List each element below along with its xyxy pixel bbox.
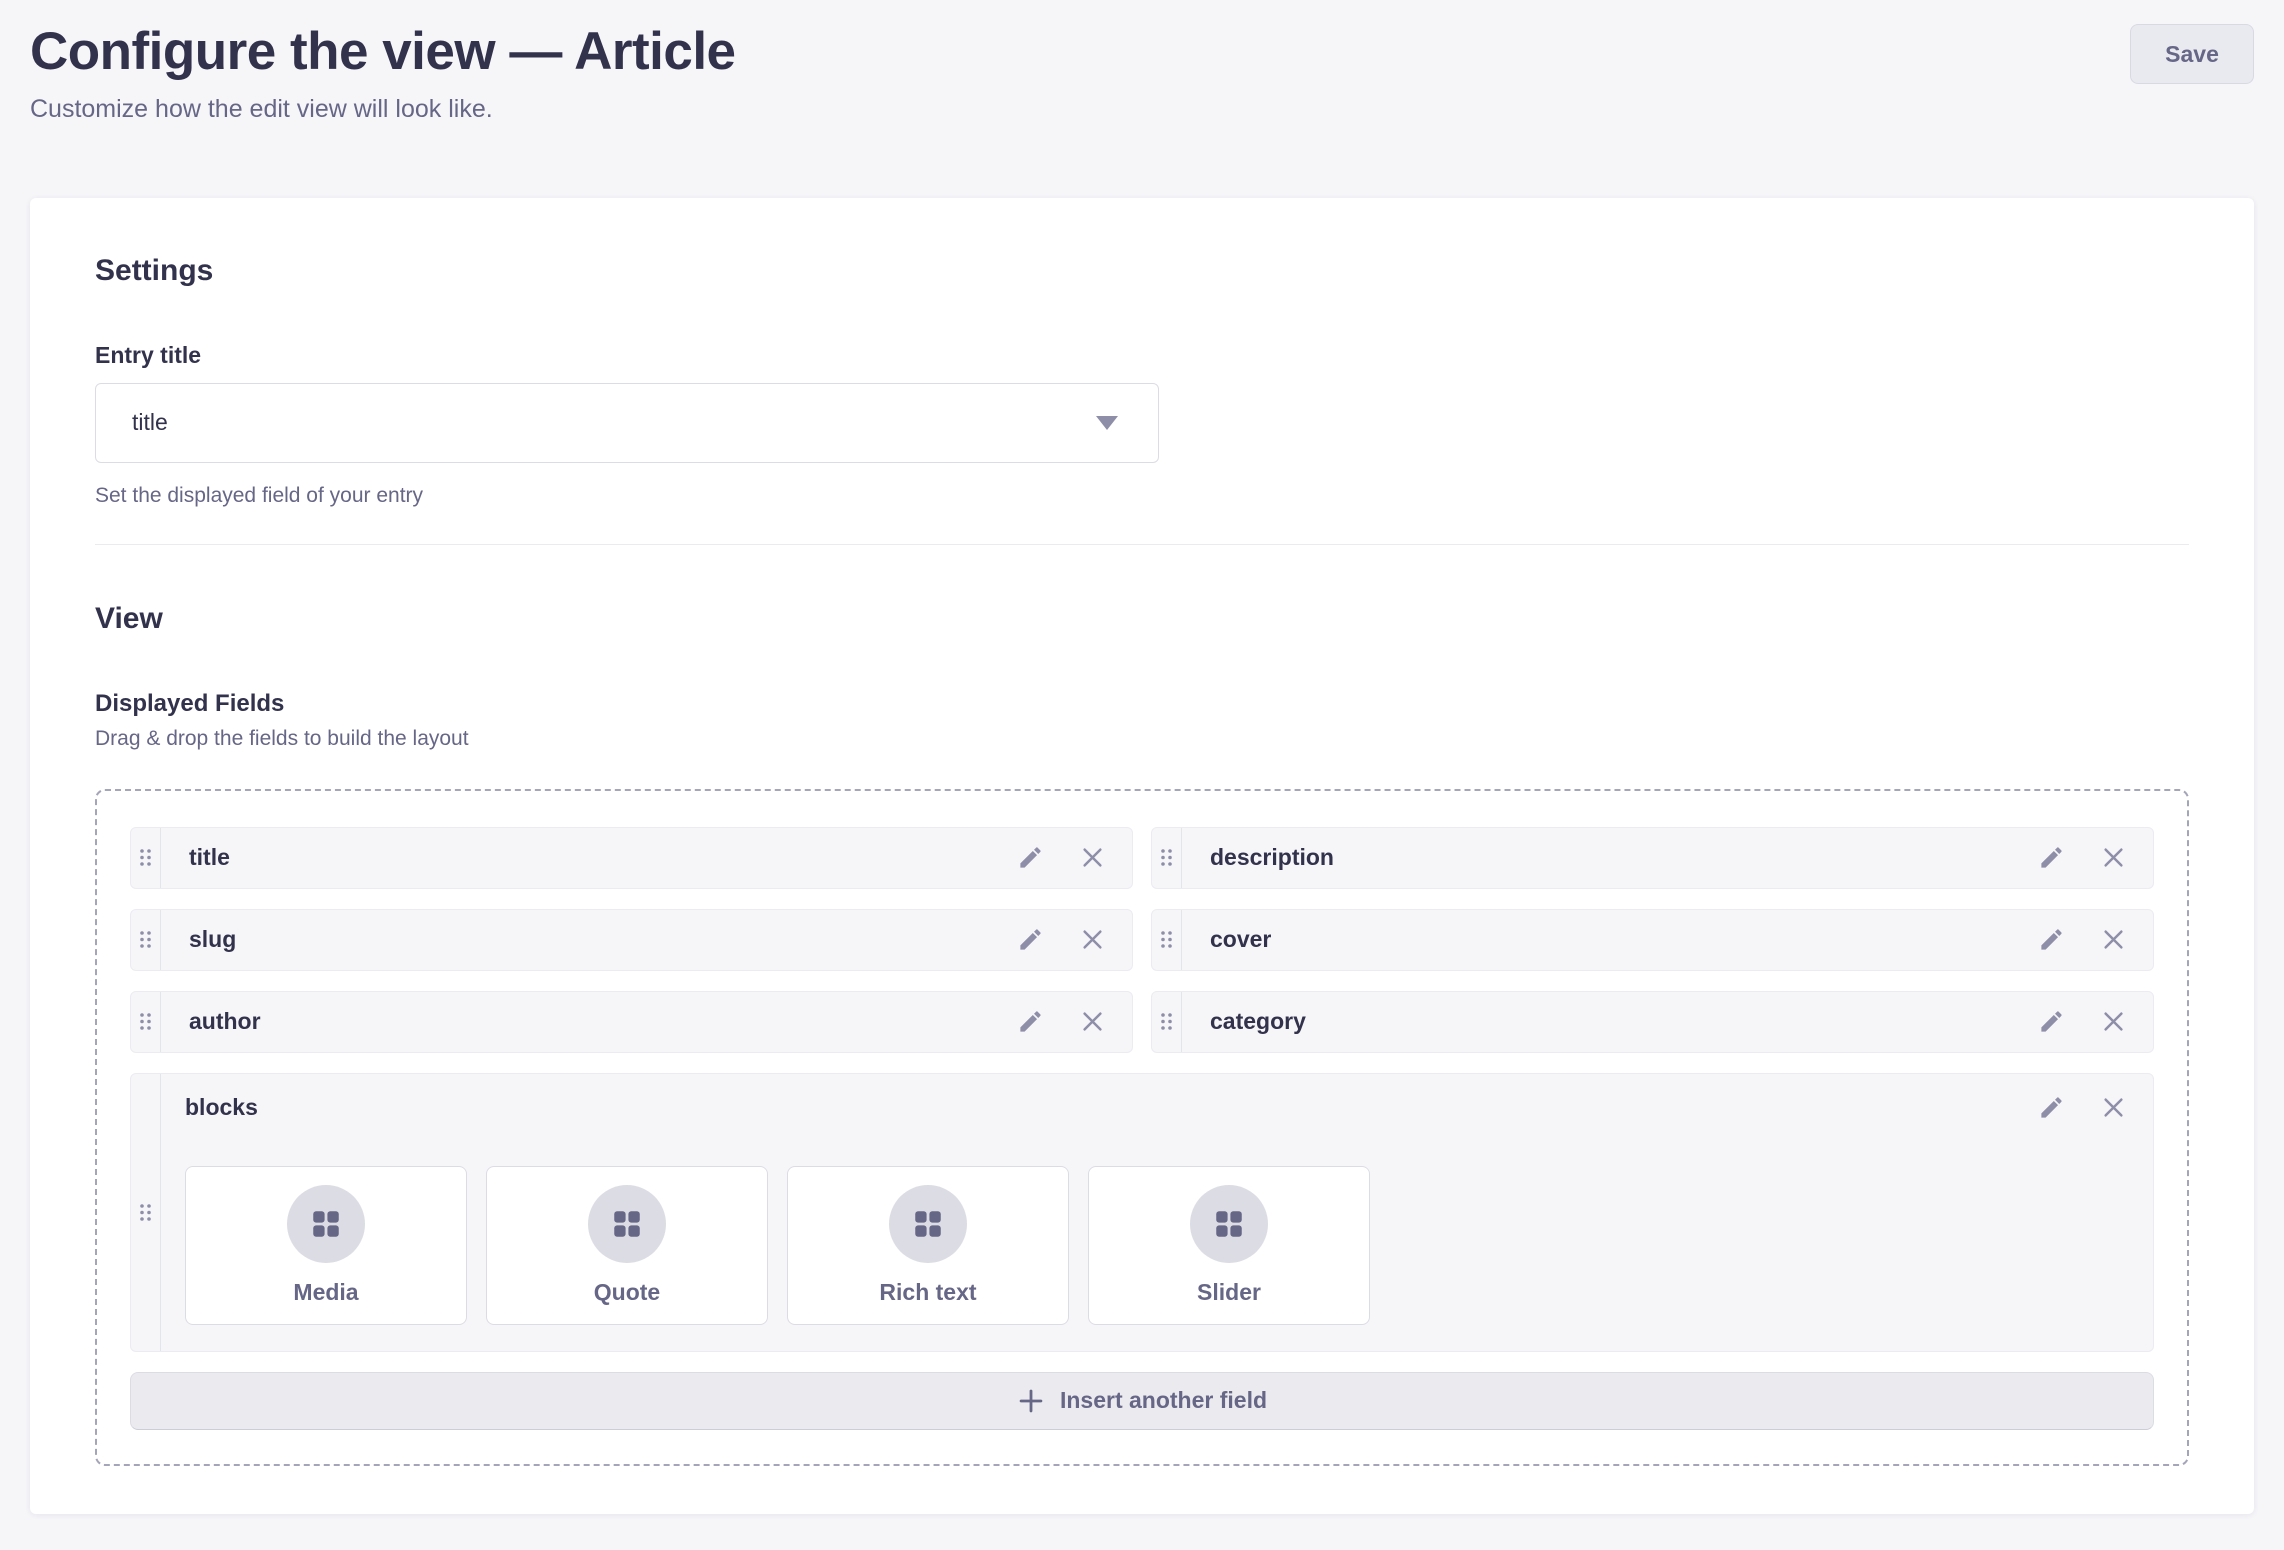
field-row-author[interactable]: author bbox=[130, 991, 1133, 1053]
remove-field-button[interactable] bbox=[1076, 924, 1108, 956]
fields-grid: title description sl bbox=[130, 827, 2154, 1053]
pencil-icon bbox=[2038, 844, 2065, 871]
component-card-label: Quote bbox=[594, 1279, 660, 1306]
component-grid-icon bbox=[911, 1207, 945, 1241]
field-name: author bbox=[189, 1008, 984, 1035]
field-name: blocks bbox=[185, 1094, 2005, 1121]
remove-field-button[interactable] bbox=[2097, 1092, 2129, 1124]
close-icon bbox=[2100, 926, 2127, 953]
pencil-icon bbox=[2038, 1008, 2065, 1035]
drag-handle[interactable] bbox=[131, 910, 161, 970]
remove-field-button[interactable] bbox=[2097, 924, 2129, 956]
component-card-label: Media bbox=[293, 1279, 358, 1306]
chevron-down-icon bbox=[1096, 416, 1118, 430]
view-heading: View bbox=[95, 601, 2189, 636]
drag-handle[interactable] bbox=[1152, 910, 1182, 970]
edit-field-button[interactable] bbox=[2035, 1006, 2067, 1038]
save-button[interactable]: Save bbox=[2130, 24, 2254, 84]
close-icon bbox=[1079, 844, 1106, 871]
component-card-slider[interactable]: Slider bbox=[1088, 1166, 1370, 1325]
section-divider bbox=[95, 544, 2189, 545]
entry-title-select[interactable]: title bbox=[95, 383, 1159, 463]
edit-field-button[interactable] bbox=[1014, 924, 1046, 956]
field-row-title[interactable]: title bbox=[130, 827, 1133, 889]
close-icon bbox=[2100, 1094, 2127, 1121]
drag-handle[interactable] bbox=[1152, 828, 1182, 888]
field-name: description bbox=[1210, 844, 2005, 871]
field-row-blocks[interactable]: blocks Media Quote bbox=[130, 1073, 2154, 1352]
displayed-fields-hint: Drag & drop the fields to build the layo… bbox=[95, 727, 2189, 751]
component-card-rich-text[interactable]: Rich text bbox=[787, 1166, 1069, 1325]
component-card-quote[interactable]: Quote bbox=[486, 1166, 768, 1325]
layout-dnd-container: title description sl bbox=[95, 789, 2189, 1466]
pencil-icon bbox=[2038, 1094, 2065, 1121]
entry-title-selected-value: title bbox=[132, 409, 168, 436]
page-header-text: Configure the view — Article Customize h… bbox=[30, 22, 736, 124]
pencil-icon bbox=[2038, 926, 2065, 953]
component-grid-icon bbox=[610, 1207, 644, 1241]
edit-field-button[interactable] bbox=[1014, 842, 1046, 874]
component-card-media[interactable]: Media bbox=[185, 1166, 467, 1325]
pencil-icon bbox=[1017, 1008, 1044, 1035]
remove-field-button[interactable] bbox=[1076, 1006, 1108, 1038]
configuration-card: Settings Entry title title Set the displ… bbox=[30, 198, 2254, 1514]
page-title: Configure the view — Article bbox=[30, 22, 736, 83]
drag-handle[interactable] bbox=[131, 1074, 161, 1351]
pencil-icon bbox=[1017, 844, 1044, 871]
displayed-fields-label: Displayed Fields bbox=[95, 690, 2189, 717]
field-name: title bbox=[189, 844, 984, 871]
component-card-label: Rich text bbox=[879, 1279, 976, 1306]
edit-field-button[interactable] bbox=[2035, 842, 2067, 874]
settings-heading: Settings bbox=[95, 253, 2189, 288]
edit-field-button[interactable] bbox=[2035, 924, 2067, 956]
close-icon bbox=[2100, 844, 2127, 871]
component-grid-icon bbox=[1212, 1207, 1246, 1241]
close-icon bbox=[1079, 926, 1106, 953]
component-card-label: Slider bbox=[1197, 1279, 1261, 1306]
edit-field-button[interactable] bbox=[2035, 1092, 2067, 1124]
configure-view-page: Configure the view — Article Customize h… bbox=[0, 0, 2284, 1514]
field-row-cover[interactable]: cover bbox=[1151, 909, 2154, 971]
field-row-category[interactable]: category bbox=[1151, 991, 2154, 1053]
field-row-slug[interactable]: slug bbox=[130, 909, 1133, 971]
insert-another-field-button[interactable]: Insert another field bbox=[130, 1372, 2154, 1430]
entry-title-hint: Set the displayed field of your entry bbox=[95, 484, 2189, 508]
component-cards: Media Quote Rich text Slider bbox=[185, 1166, 2129, 1325]
entry-title-label: Entry title bbox=[95, 342, 201, 368]
edit-field-button[interactable] bbox=[1014, 1006, 1046, 1038]
field-name: cover bbox=[1210, 926, 2005, 953]
plus-icon bbox=[1017, 1387, 1045, 1415]
entry-title-field: Entry title title Set the displayed fiel… bbox=[95, 342, 2189, 508]
close-icon bbox=[1079, 1008, 1106, 1035]
component-grid-icon bbox=[309, 1207, 343, 1241]
field-name: slug bbox=[189, 926, 984, 953]
pencil-icon bbox=[1017, 926, 1044, 953]
drag-handle[interactable] bbox=[1152, 992, 1182, 1052]
field-name: category bbox=[1210, 1008, 2005, 1035]
drag-handle[interactable] bbox=[131, 828, 161, 888]
remove-field-button[interactable] bbox=[2097, 1006, 2129, 1038]
remove-field-button[interactable] bbox=[2097, 842, 2129, 874]
remove-field-button[interactable] bbox=[1076, 842, 1108, 874]
insert-another-field-label: Insert another field bbox=[1060, 1387, 1267, 1414]
page-header: Configure the view — Article Customize h… bbox=[30, 22, 2254, 124]
field-row-description[interactable]: description bbox=[1151, 827, 2154, 889]
close-icon bbox=[2100, 1008, 2127, 1035]
page-subtitle: Customize how the edit view will look li… bbox=[30, 95, 736, 124]
drag-handle[interactable] bbox=[131, 992, 161, 1052]
